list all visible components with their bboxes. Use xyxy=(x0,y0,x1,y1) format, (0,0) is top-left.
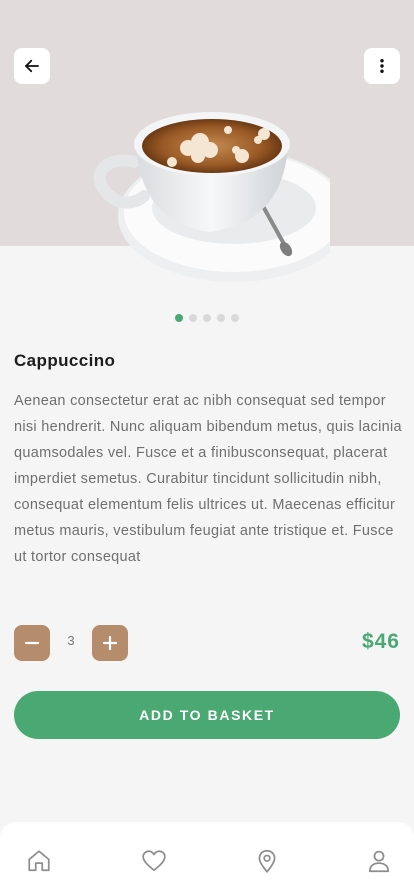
image-carousel-indicator[interactable] xyxy=(0,314,414,322)
nav-favorites[interactable] xyxy=(141,848,167,874)
back-button[interactable] xyxy=(14,48,50,84)
carousel-dot[interactable] xyxy=(217,314,225,322)
increase-quantity-button[interactable] xyxy=(92,625,128,661)
carousel-dot[interactable] xyxy=(203,314,211,322)
more-options-button[interactable] xyxy=(364,48,400,84)
nav-home[interactable] xyxy=(26,848,52,874)
carousel-dot[interactable] xyxy=(231,314,239,322)
carousel-dot[interactable] xyxy=(175,314,183,322)
product-name: Cappuccino xyxy=(14,351,116,370)
plus-icon xyxy=(102,635,118,651)
user-icon xyxy=(368,850,390,873)
more-vertical-icon xyxy=(380,59,384,73)
nav-location[interactable] xyxy=(254,848,280,874)
quantity-stepper: 3 $46 xyxy=(14,624,400,662)
bottom-navigation xyxy=(0,822,414,896)
heart-icon xyxy=(142,850,166,872)
decrease-quantity-button[interactable] xyxy=(14,625,50,661)
add-to-basket-button[interactable]: ADD TO BASKET xyxy=(14,691,400,739)
home-icon xyxy=(28,850,50,872)
nav-profile[interactable] xyxy=(366,848,392,874)
location-pin-icon xyxy=(258,849,276,873)
quantity-value: 3 xyxy=(67,633,75,648)
product-price: $46 xyxy=(361,630,400,653)
carousel-dot[interactable] xyxy=(189,314,197,322)
cappuccino-cup-image xyxy=(93,112,330,282)
product-description: Aenean consectetur erat ac nibh consequa… xyxy=(14,393,402,565)
arrow-left-icon xyxy=(25,59,39,73)
minus-icon xyxy=(24,641,40,645)
